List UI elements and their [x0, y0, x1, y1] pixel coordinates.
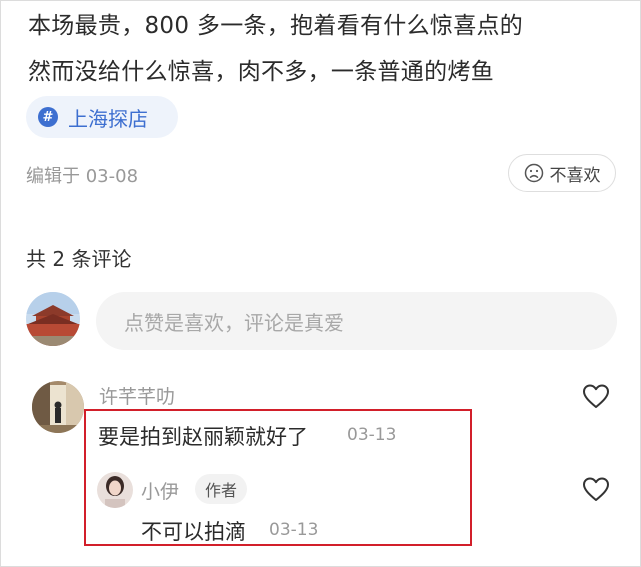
heart-outline-icon[interactable]	[582, 476, 610, 502]
reply-date: 03-13	[269, 520, 319, 540]
sad-face-icon	[524, 163, 543, 183]
post-text-line-2: 然而没给什么惊喜，肉不多，一条普通的烤鱼	[28, 59, 494, 85]
current-user-avatar	[26, 292, 80, 346]
dislike-label: 不喜欢	[549, 165, 601, 186]
comment-date: 03-13	[347, 425, 397, 445]
topic-tag-label: 上海探店	[68, 106, 148, 131]
comment-text[interactable]: 要是拍到赵丽颖就好了	[98, 421, 308, 451]
edited-timestamp: 编辑于 03-08	[26, 166, 139, 187]
hashtag-icon: #	[38, 107, 58, 127]
post-text-line-1: 本场最贵，800 多一条，抱着看有什么惊喜点的	[28, 13, 524, 39]
commenter-username[interactable]: 许芊芊叻	[99, 382, 175, 409]
reply-avatar[interactable]	[97, 472, 133, 508]
comment-count: 共 2 条评论	[26, 247, 132, 271]
dislike-button[interactable]: 不喜欢	[508, 154, 616, 192]
topic-tag[interactable]: # 上海探店	[26, 96, 178, 138]
author-badge: 作者	[195, 474, 248, 504]
author-badge-label: 作者	[205, 481, 238, 500]
commenter-avatar[interactable]	[32, 381, 84, 433]
heart-outline-icon[interactable]	[582, 383, 610, 409]
reply-text[interactable]: 不可以拍滴	[141, 516, 246, 546]
comment-input[interactable]: 点赞是喜欢，评论是真爱	[96, 292, 617, 350]
comment-input-placeholder: 点赞是喜欢，评论是真爱	[124, 310, 344, 335]
reply-username[interactable]: 小伊	[141, 477, 179, 504]
